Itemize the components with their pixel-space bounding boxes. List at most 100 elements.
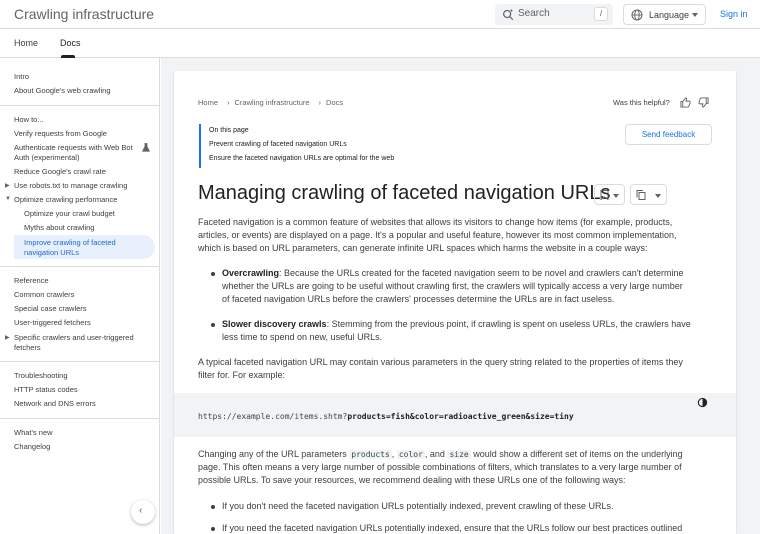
chevron-down-icon bbox=[692, 13, 698, 17]
sidebar-item-network-dns[interactable]: Network and DNS errors bbox=[14, 399, 149, 409]
list-item: Overcrawling: Because the URLs created f… bbox=[222, 267, 712, 306]
text-segment: Changing any of the URL parameters bbox=[198, 449, 350, 459]
sidebar-item-about[interactable]: About Google's web crawling bbox=[14, 86, 149, 96]
text-line: filter for. For example: bbox=[198, 370, 286, 380]
breadcrumb-crawling[interactable]: Crawling infrastructure bbox=[235, 98, 310, 107]
bullet-dot bbox=[211, 527, 215, 531]
list-item: If you need the faceted navigation URLs … bbox=[222, 523, 683, 533]
code-params: products=fish&color=radioactive_green&si… bbox=[347, 412, 574, 421]
text-line: : Stemming from the previous point, if c… bbox=[326, 319, 691, 329]
sidebar-item-changelog[interactable]: Changelog bbox=[14, 442, 149, 452]
text-segment: , and bbox=[424, 449, 448, 459]
top-header: Crawling infrastructure Search / Languag… bbox=[0, 0, 760, 29]
text-line: : Because the URLs created for the facet… bbox=[279, 268, 684, 278]
send-feedback-button[interactable]: Send feedback bbox=[625, 124, 712, 145]
breadcrumb-docs[interactable]: Docs bbox=[326, 98, 343, 107]
changing-paragraph: Changing any of the URL parameters produ… bbox=[198, 448, 712, 487]
sidebar-item-http-status[interactable]: HTTP status codes bbox=[14, 385, 149, 395]
copy-icon bbox=[636, 190, 646, 200]
breadcrumb-home[interactable]: Home bbox=[198, 98, 218, 107]
sidebar-item-specific-crawlers[interactable]: Specific crawlers and user-triggered fet… bbox=[14, 333, 149, 352]
search-placeholder: Search bbox=[518, 8, 550, 19]
text-line: A typical faceted navigation URL may con… bbox=[198, 357, 683, 367]
list-item: If you don't need the faceted navigation… bbox=[222, 501, 614, 511]
chevron-left-icon: ‹ bbox=[139, 505, 143, 516]
thumb-down-icon[interactable] bbox=[698, 97, 709, 108]
sidebar-item-robots[interactable]: Use robots.txt to manage crawling bbox=[14, 181, 149, 191]
bookmark-icon bbox=[600, 190, 609, 200]
site-title[interactable]: Crawling infrastructure bbox=[14, 6, 154, 22]
chevron-right-icon[interactable]: ▶ bbox=[5, 334, 10, 341]
text-line: page. This often means a very large numb… bbox=[198, 462, 682, 472]
collapse-sidebar-button[interactable]: ‹ bbox=[131, 500, 155, 524]
search-shortcut-key: / bbox=[594, 7, 608, 21]
list-item: Slower discovery crawls: Stemming from t… bbox=[222, 318, 712, 344]
beaker-icon bbox=[142, 143, 150, 152]
breadcrumb: Home › Crawling infrastructure › Docs bbox=[198, 98, 347, 107]
tab-home[interactable]: Home bbox=[14, 38, 38, 48]
text-segment: would show a different set of items on t… bbox=[470, 449, 683, 459]
sidebar-divider bbox=[0, 361, 160, 362]
intro-paragraph: Faceted navigation is a common feature o… bbox=[198, 216, 712, 255]
code-url[interactable]: https://example.com/items.shtm?products=… bbox=[198, 412, 574, 421]
copy-link-button[interactable] bbox=[630, 184, 667, 205]
text-line: possible URLs. To save your resources, w… bbox=[198, 475, 626, 485]
chevron-right-icon[interactable]: ▶ bbox=[5, 182, 10, 189]
text-line: of faceted navigation URLs before the cr… bbox=[222, 294, 615, 304]
inline-code: color bbox=[396, 450, 425, 459]
sidebar-item-user-fetchers[interactable]: User-triggered fetchers bbox=[14, 318, 149, 328]
code-block: https://example.com/items.shtm?products=… bbox=[174, 393, 736, 437]
chevron-right-icon: › bbox=[227, 98, 230, 107]
globe-icon bbox=[631, 9, 643, 21]
chevron-down-icon bbox=[655, 194, 661, 198]
sidebar-item-myths[interactable]: Myths about crawling bbox=[24, 223, 149, 233]
text-line: Faceted navigation is a common feature o… bbox=[198, 217, 673, 227]
sidebar-divider bbox=[0, 105, 160, 106]
sidebar-item-special-crawlers[interactable]: Special case crawlers bbox=[14, 304, 149, 314]
thumb-up-icon[interactable] bbox=[680, 97, 691, 108]
language-select[interactable]: Language bbox=[623, 4, 706, 25]
sidebar-divider bbox=[0, 266, 160, 267]
helpful-label: Was this helpful? bbox=[613, 98, 670, 107]
sidebar-item-web-bot-auth[interactable]: Authenticate requests with Web Bot Auth … bbox=[14, 143, 136, 162]
tab-docs[interactable]: Docs bbox=[60, 38, 81, 48]
toc-title: On this page bbox=[209, 127, 249, 134]
search-box[interactable]: Search / bbox=[495, 4, 613, 25]
sidebar-item-crawl-budget[interactable]: Optimize your crawl budget bbox=[24, 209, 149, 219]
sidebar-item-whats-new[interactable]: What's new bbox=[14, 428, 149, 438]
bookmark-button[interactable] bbox=[594, 184, 625, 205]
on-this-page-toc: On this page Prevent crawling of faceted… bbox=[199, 124, 439, 168]
sidebar-item-reduce-crawl[interactable]: Reduce Google's crawl rate bbox=[14, 167, 149, 177]
toc-link-prevent[interactable]: Prevent crawling of faceted navigation U… bbox=[209, 141, 347, 148]
page-title: Managing crawling of faceted navigation … bbox=[198, 182, 611, 204]
sidebar-item-verify[interactable]: Verify requests from Google bbox=[14, 129, 149, 139]
sidebar-heading-troubleshooting: Troubleshooting bbox=[14, 371, 68, 380]
dark-mode-toggle-icon[interactable] bbox=[697, 397, 708, 408]
list-item-term: Overcrawling bbox=[222, 268, 280, 278]
inline-code: products bbox=[349, 450, 392, 459]
text-line: articles, or events) are displayed on a … bbox=[198, 230, 677, 240]
tab-bar: Home Docs bbox=[0, 29, 760, 58]
list-item-term: Slower discovery crawls bbox=[222, 319, 327, 329]
sidebar-heading-reference: Reference bbox=[14, 276, 49, 285]
toc-link-ensure[interactable]: Ensure the faceted navigation URLs are o… bbox=[209, 155, 394, 162]
bullet-dot bbox=[211, 272, 215, 276]
text-line: less time to spend on new, useful URLs. bbox=[222, 332, 383, 342]
chevron-down-icon bbox=[613, 194, 619, 198]
sidebar-divider bbox=[0, 418, 160, 419]
sidebar-item-intro[interactable]: Intro bbox=[14, 72, 149, 82]
chevron-down-icon[interactable]: ▼ bbox=[5, 196, 11, 202]
sidebar-item-common-crawlers[interactable]: Common crawlers bbox=[14, 290, 149, 300]
inline-code: size bbox=[447, 450, 471, 459]
sidebar-heading-howto: How to... bbox=[14, 115, 44, 124]
code-base: https://example.com/items.shtm? bbox=[198, 412, 348, 421]
sidebar-nav: Intro About Google's web crawling How to… bbox=[0, 58, 160, 534]
text-line: whether the URLs are going to be useful … bbox=[222, 281, 683, 291]
bullet-dot bbox=[211, 505, 215, 509]
search-sparkle-icon bbox=[503, 8, 514, 21]
sign-in-link[interactable]: Sign in bbox=[720, 9, 748, 19]
sidebar-item-faceted-nav[interactable]: Improve crawling of faceted navigation U… bbox=[24, 238, 134, 257]
sidebar-item-optimize[interactable]: Optimize crawling performance bbox=[14, 195, 149, 205]
text-line: which is based on URL parameters, can ge… bbox=[198, 243, 648, 253]
example-paragraph: A typical faceted navigation URL may con… bbox=[198, 356, 712, 382]
